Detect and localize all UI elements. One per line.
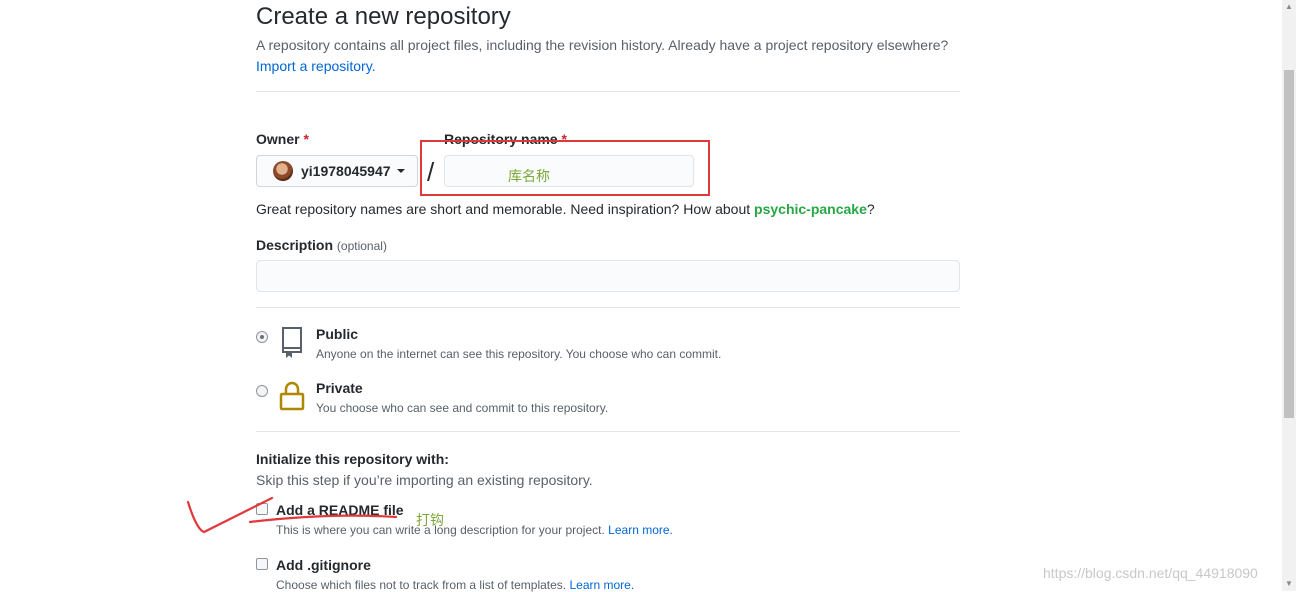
repo-icon xyxy=(282,327,302,358)
name-suggestion[interactable]: psychic-pancake xyxy=(754,201,867,217)
name-hint-suffix: ? xyxy=(866,201,875,217)
init-subtitle: Skip this step if you’re importing an ex… xyxy=(256,472,593,488)
readme-learn-more-link[interactable]: Learn more. xyxy=(608,523,673,537)
page-title: Create a new repository xyxy=(256,3,511,30)
gitignore-learn-more-link[interactable]: Learn more. xyxy=(569,578,634,592)
description-input[interactable] xyxy=(256,260,960,292)
gitignore-desc: Choose which files not to track from a l… xyxy=(276,578,634,592)
owner-selected: yi1978045947 xyxy=(301,163,391,179)
divider xyxy=(256,431,960,432)
gitignore-desc-text: Choose which files not to track from a l… xyxy=(276,578,567,592)
public-desc: Anyone on the internet can see this repo… xyxy=(316,347,722,361)
owner-select-button[interactable]: yi1978045947 xyxy=(256,155,418,187)
watermark: https://blog.csdn.net/qq_44918090 xyxy=(1043,565,1258,581)
gitignore-checkbox[interactable] xyxy=(256,558,268,570)
checkmark-annotation-icon xyxy=(186,496,398,534)
scroll-up-arrow-icon[interactable]: ▲ xyxy=(1284,2,1294,12)
scrollbar-thumb[interactable] xyxy=(1284,70,1294,418)
avatar xyxy=(273,161,293,181)
annotation-check-note: 打钩 xyxy=(416,512,444,528)
lock-icon xyxy=(279,381,305,411)
page-subtitle: A repository contains all project files,… xyxy=(256,37,949,53)
name-hint-prefix: Great repository names are short and mem… xyxy=(256,201,755,217)
divider xyxy=(256,91,960,92)
private-desc: You choose who can see and commit to thi… xyxy=(316,401,609,415)
gitignore-label[interactable]: Add .gitignore xyxy=(276,557,371,573)
scroll-down-arrow-icon[interactable]: ▼ xyxy=(1284,579,1294,589)
owner-label-text: Owner xyxy=(256,131,300,147)
public-radio[interactable] xyxy=(256,331,268,343)
divider xyxy=(256,307,960,308)
private-radio[interactable] xyxy=(256,385,268,397)
public-title: Public xyxy=(316,326,359,342)
caret-down-icon xyxy=(396,169,405,173)
name-hint: Great repository names are short and mem… xyxy=(256,201,875,217)
annotation-highlight-box xyxy=(420,140,710,196)
description-label-text: Description xyxy=(256,237,334,253)
description-label: Description (optional) xyxy=(256,237,387,253)
init-title: Initialize this repository with: xyxy=(256,451,449,467)
owner-label: Owner * xyxy=(256,131,309,147)
private-title: Private xyxy=(316,380,363,396)
required-mark: * xyxy=(303,131,309,147)
optional-tag: (optional) xyxy=(336,239,387,253)
import-repository-link[interactable]: Import a repository. xyxy=(256,58,376,74)
